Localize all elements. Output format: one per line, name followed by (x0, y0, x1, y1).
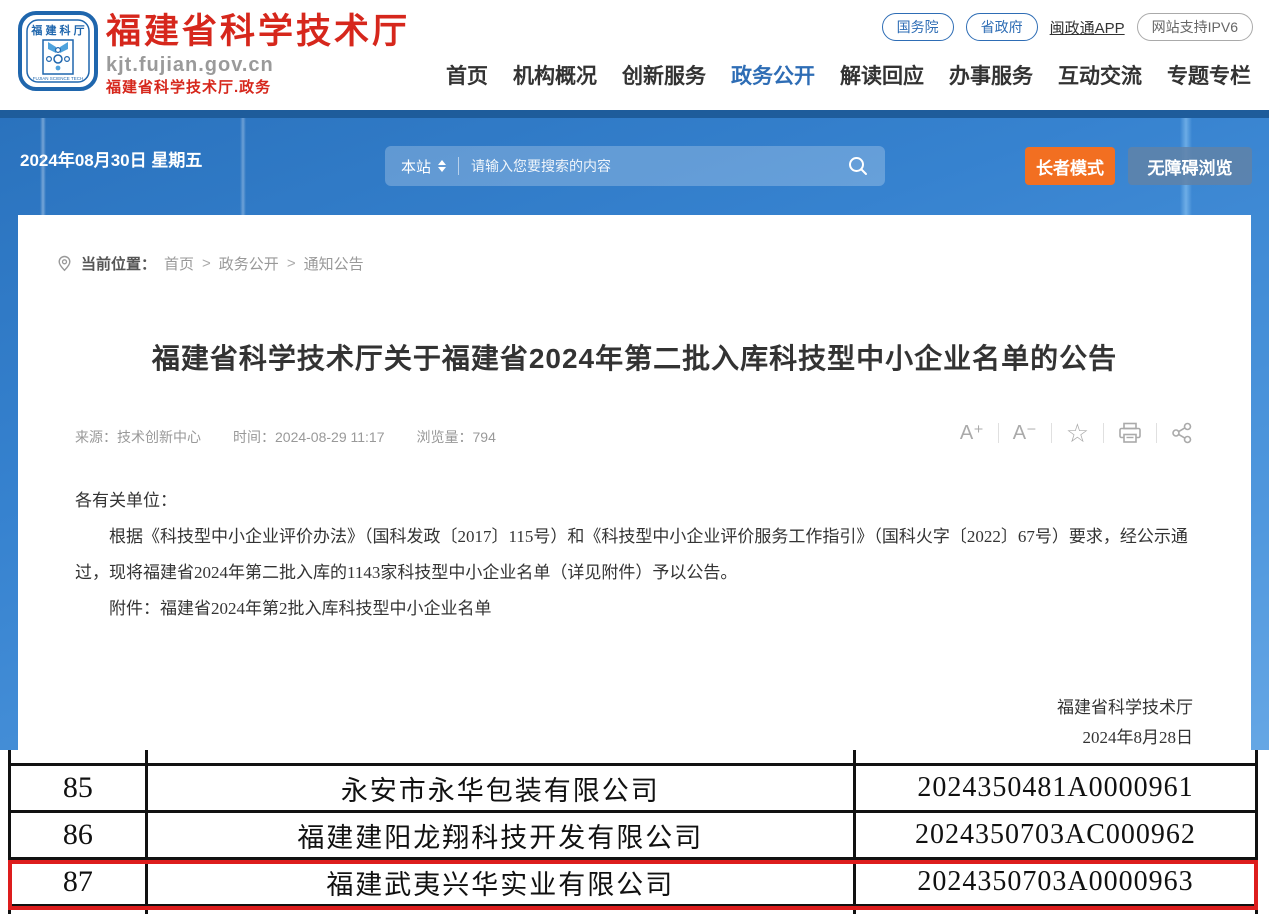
company-name: 永安市永华包装有限公司 (148, 766, 856, 810)
tool-divider (1051, 423, 1052, 443)
article-meta: 来源：技术创新中心 时间：2024-08-29 11:17 浏览量：794 (75, 427, 496, 447)
meta-source: 来源：技术创新中心 (75, 427, 201, 447)
search-button[interactable] (843, 155, 885, 177)
breadcrumb-separator: > (287, 255, 296, 272)
print-button[interactable] (1118, 422, 1142, 444)
registration-code: 2024350481A0000961 (856, 766, 1255, 810)
printer-icon (1118, 422, 1142, 444)
row-number: 86 (11, 813, 148, 857)
breadcrumb-gov-open[interactable]: 政务公开 (219, 253, 279, 274)
tool-divider (1103, 423, 1104, 443)
svg-text:福 建 科 厅: 福 建 科 厅 (30, 23, 84, 37)
quick-links: 国务院 省政府 闽政通APP 网站支持IPV6 (882, 13, 1253, 41)
attachment-link[interactable]: 附件：福建省2024年第2批入库科技型中小企业名单 (75, 591, 1195, 627)
nav-special[interactable]: 专题专栏 (1167, 60, 1251, 90)
nav-innovation[interactable]: 创新服务 (622, 60, 706, 90)
table-partial-row-top (8, 750, 1258, 763)
share-icon (1171, 422, 1193, 444)
nav-interpret[interactable]: 解读回应 (840, 60, 924, 90)
breadcrumb-separator: > (202, 255, 211, 272)
search-scope-select[interactable]: 本站 (385, 156, 458, 177)
svg-text:FUJIAN SCIENCE TECH: FUJIAN SCIENCE TECH (33, 76, 83, 81)
search-box: 本站 (385, 146, 885, 186)
main-nav: 首页 机构概况 创新服务 政务公开 解读回应 办事服务 互动交流 专题专栏 (446, 60, 1251, 90)
article-body: 各有关单位： 根据《科技型中小企业评价办法》（国科发政〔2017〕115号）和《… (75, 483, 1195, 627)
table-row-highlighted: 86 福建建阳龙翔科技开发有限公司 2024350703AC000962 (8, 810, 1258, 857)
registration-code: 2024350703A0000963 (856, 860, 1255, 904)
site-header: 福 建 科 厅 FUJIAN SCIENCE TECH 福建省科学技术厅 kjt… (0, 0, 1269, 110)
banner-date: 2024年08月30日 星期五 (20, 146, 202, 171)
table-row: 85 永安市永华包装有限公司 2024350481A0000961 (8, 763, 1258, 810)
table-partial-row-bottom (8, 904, 1258, 914)
site-title: 福建省科学技术厅 (106, 12, 410, 52)
link-provincial-gov[interactable]: 省政府 (966, 13, 1038, 41)
nav-interaction[interactable]: 互动交流 (1058, 60, 1142, 90)
sort-arrows-icon (438, 160, 446, 172)
meta-views: 浏览量：794 (417, 427, 496, 447)
nav-gov-open[interactable]: 政务公开 (731, 60, 815, 90)
share-button[interactable] (1171, 422, 1193, 444)
table-row: 87 福建武夷兴华实业有限公司 2024350703A0000963 (8, 857, 1258, 904)
article-tools: A⁺ A⁻ ☆ (960, 420, 1193, 445)
signature-block: 福建省科学技术厅 2024年8月28日 (1057, 693, 1193, 753)
article-title: 福建省科学技术厅关于福建省2024年第二批入库科技型中小企业名单的公告 (18, 337, 1251, 377)
seal-icon: 福 建 科 厅 FUJIAN SCIENCE TECH (16, 9, 100, 93)
breadcrumb-label: 当前位置： (81, 253, 156, 274)
salutation: 各有关单位： (75, 483, 1195, 519)
company-name: 福建武夷兴华实业有限公司 (148, 860, 856, 904)
banner-dark-strip (0, 110, 1269, 118)
meta-time: 时间：2024-08-29 11:17 (233, 427, 385, 447)
search-input[interactable] (459, 158, 843, 174)
company-table: 85 永安市永华包装有限公司 2024350481A0000961 86 福建建… (8, 750, 1258, 914)
breadcrumb: 当前位置： 首页 > 政务公开 > 通知公告 (56, 253, 364, 274)
tool-divider (998, 423, 999, 443)
row-number: 87 (11, 860, 148, 904)
accessibility-button[interactable]: 无障碍浏览 (1128, 147, 1252, 185)
location-pin-icon (56, 255, 73, 272)
row-number: 85 (11, 766, 148, 810)
company-name: 福建建阳龙翔科技开发有限公司 (148, 813, 856, 857)
link-minzhengtong-app[interactable]: 闽政通APP (1050, 17, 1125, 38)
elder-mode-button[interactable]: 长者模式 (1025, 147, 1115, 185)
link-state-council[interactable]: 国务院 (882, 13, 954, 41)
breadcrumb-notices[interactable]: 通知公告 (304, 253, 364, 274)
nav-org[interactable]: 机构概况 (513, 60, 597, 90)
signature-org: 福建省科学技术厅 (1057, 693, 1193, 723)
link-ipv6-badge[interactable]: 网站支持IPV6 (1137, 13, 1253, 41)
site-subtitle: 福建省科学技术厅.政务 (106, 78, 410, 98)
signature-date: 2024年8月28日 (1057, 723, 1193, 753)
font-increase-button[interactable]: A⁺ (960, 420, 984, 445)
font-decrease-button[interactable]: A⁻ (1013, 420, 1037, 445)
nav-services[interactable]: 办事服务 (949, 60, 1033, 90)
tool-divider (1156, 423, 1157, 443)
search-icon (847, 155, 869, 177)
brand-block: 福建省科学技术厅 kjt.fujian.gov.cn 福建省科学技术厅.政务 (106, 12, 410, 98)
breadcrumb-home[interactable]: 首页 (164, 253, 194, 274)
nav-home[interactable]: 首页 (446, 60, 488, 90)
site-url: kjt.fujian.gov.cn (106, 53, 410, 77)
page: 福 建 科 厅 FUJIAN SCIENCE TECH 福建省科学技术厅 kjt… (0, 0, 1269, 914)
attachment-scan-area: 85 永安市永华包装有限公司 2024350481A0000961 86 福建建… (0, 750, 1269, 914)
body-paragraph: 根据《科技型中小企业评价办法》（国科发政〔2017〕115号）和《科技型中小企业… (75, 519, 1195, 591)
registration-code: 2024350703AC000962 (856, 813, 1255, 857)
site-logo: 福 建 科 厅 FUJIAN SCIENCE TECH (16, 9, 100, 93)
favorite-star-icon[interactable]: ☆ (1066, 423, 1089, 443)
search-scope-label: 本站 (401, 156, 431, 177)
